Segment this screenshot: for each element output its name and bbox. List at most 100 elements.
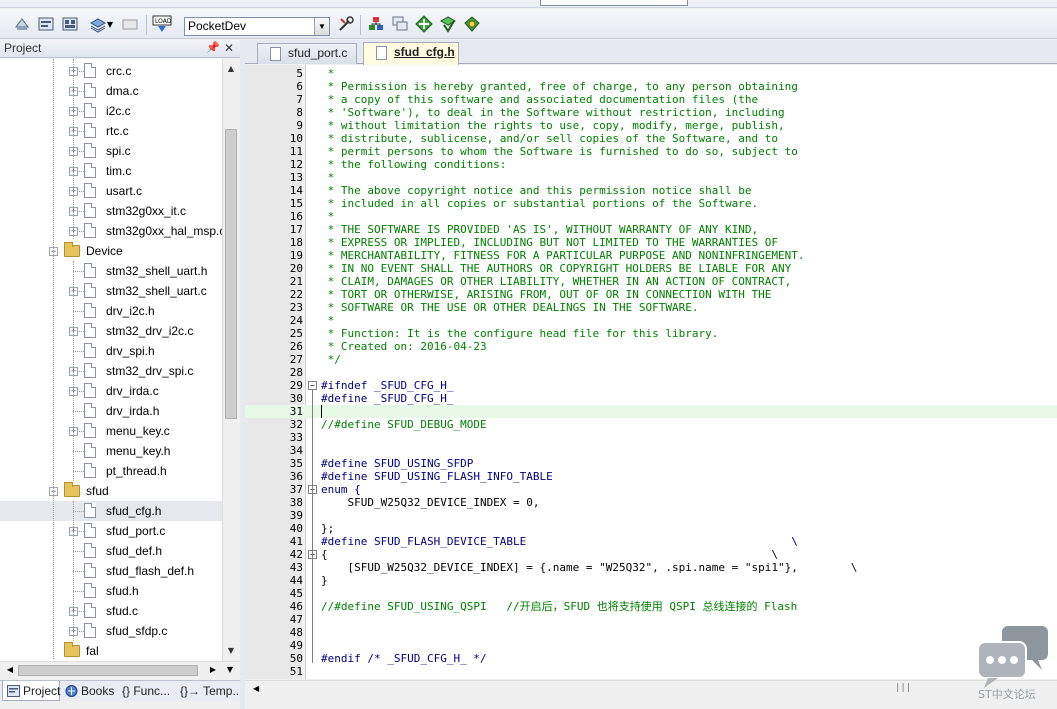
tree-file[interactable]: + usart.c [0,181,222,201]
tab-templates[interactable]: {}→ Temp... [177,681,242,701]
code-line[interactable]: 34 [245,444,1057,457]
tab-sfud-port-c[interactable]: sfud_port.c [257,43,357,64]
scrollbar-thumb[interactable] [225,129,237,419]
tree-file[interactable]: + tim.c [0,161,222,181]
tree-file[interactable]: + menu_key.c [0,421,222,441]
tree-file[interactable]: + i2c.c [0,101,222,121]
code-line[interactable]: 46 //#define SFUD_USING_QSPI //开启后，SFUD 也… [245,600,1057,613]
partial-combo-top[interactable] [540,0,688,6]
code-line[interactable]: 41 #define SFUD_FLASH_DEVICE_TABLE \ [245,535,1057,548]
manage-project-icon[interactable] [366,14,386,34]
code-line[interactable]: 5 * [245,67,1057,80]
pin-icon[interactable]: 📌 [206,40,220,57]
code-line[interactable]: 12 * the following conditions: [245,158,1057,171]
tree-file[interactable]: menu_key.h [0,441,222,461]
code-line[interactable]: 48 [245,626,1057,639]
code-line[interactable]: 11 * permit persons to whom the Software… [245,145,1057,158]
run-time-env-icon[interactable] [462,14,482,34]
code-line[interactable]: 26 * Created on: 2016-04-23 [245,340,1057,353]
scrollbar-grip-icon[interactable]: ||| [895,683,911,693]
tab-functions[interactable]: {} Func... [118,681,176,701]
fold-collapse-icon[interactable]: − [308,381,317,390]
code-line[interactable]: 22 * TORT OR OTHERWISE, ARISING FROM, OU… [245,288,1057,301]
chevron-down-icon[interactable]: ▼ [314,18,329,35]
tree-file[interactable]: sfud.h [0,581,222,601]
code-line[interactable]: 7 * a copy of this software and associat… [245,93,1057,106]
code-line[interactable]: 25 * Function: It is the configure head … [245,327,1057,340]
code-line[interactable]: 20 * IN NO EVENT SHALL THE AUTHORS OR CO… [245,262,1057,275]
code-line[interactable]: 24 * [245,314,1057,327]
code-line[interactable]: 23 * SOFTWARE OR THE USE OR OTHER DEALIN… [245,301,1057,314]
close-icon[interactable]: ✕ [224,40,234,57]
scroll-up-icon[interactable]: ▲ [223,61,239,77]
tree-file[interactable]: + stm32_drv_i2c.c [0,321,222,341]
editor-horizontal-scrollbar[interactable]: ◀ ||| [245,680,1057,697]
tree-file[interactable]: sfud_def.h [0,541,222,561]
tree-folder[interactable]: − Device [0,241,222,261]
code-line[interactable]: 32 //#define SFUD_DEBUG_MODE [245,418,1057,431]
options-for-target-icon[interactable] [336,14,356,34]
tree-file[interactable]: sfud_cfg.h [0,501,222,521]
tree-file[interactable]: + drv_irda.c [0,381,222,401]
code-line[interactable]: 42−{ \ [245,548,1057,561]
code-line[interactable]: 28 [245,366,1057,379]
code-line[interactable]: 31 [245,405,1057,418]
code-line[interactable]: 50 #endif /* _SFUD_CFG_H_ */ [245,652,1057,665]
code-line[interactable]: 30 #define _SFUD_CFG_H_ [245,392,1057,405]
select-packs-icon[interactable] [414,14,434,34]
scroll-right-icon[interactable]: ▶ [205,662,221,678]
tab-project[interactable]: Project [2,681,60,701]
project-tree[interactable]: + crc.c + dma.c + i2c.c + rtc.c + spi.c + tim.c + usa… [0,59,222,661]
code-line[interactable]: 36 #define SFUD_USING_FLASH_INFO_TABLE [245,470,1057,483]
code-line[interactable]: 35 #define SFUD_USING_SFDP [245,457,1057,470]
scrollbar-thumb[interactable] [18,665,198,676]
code-line[interactable]: 47 [245,613,1057,626]
code-line[interactable]: 51 [245,665,1057,678]
tree-file[interactable]: stm32_shell_uart.h [0,261,222,281]
download-icon[interactable]: LOAD [152,14,172,34]
code-line[interactable]: 16 * [245,210,1057,223]
tree-file[interactable]: + stm32g0xx_it.c [0,201,222,221]
code-line[interactable]: 9 * without limitation the rights to use… [245,119,1057,132]
tree-folder[interactable]: − sfud [0,481,222,501]
code-line[interactable]: 37− enum { [245,483,1057,496]
batch-dropdown-icon[interactable]: ▼ [104,14,116,34]
code-line[interactable]: 45 [245,587,1057,600]
file-extensions-icon[interactable] [390,14,410,34]
code-line[interactable]: 27 */ [245,353,1057,366]
pack-installer-icon[interactable] [438,14,458,34]
project-tree-horizontal-scrollbar[interactable]: ◀ ▶ ▼ [0,661,240,678]
tree-file[interactable]: sfud_flash_def.h [0,561,222,581]
target-select[interactable]: PocketDev ▼ [184,17,330,36]
tree-file[interactable]: drv_irda.h [0,401,222,421]
tree-file[interactable]: + crc.c [0,61,222,81]
tree-file[interactable]: + stm32_shell_uart.c [0,281,222,301]
tree-file[interactable]: drv_spi.h [0,341,222,361]
tab-books[interactable]: Books [61,681,117,701]
tab-sfud-cfg-h[interactable]: sfud_cfg.h [363,42,459,65]
code-line[interactable]: 29− #ifndef _SFUD_CFG_H_ [245,379,1057,392]
code-line[interactable]: 8 * 'Software'), to deal in the Software… [245,106,1057,119]
code-line[interactable]: 38 SFUD_W25Q32_DEVICE_INDEX = 0, [245,496,1057,509]
code-line[interactable]: 18 * EXPRESS OR IMPLIED, INCLUDING BUT N… [245,236,1057,249]
tree-file[interactable]: + rtc.c [0,121,222,141]
code-editor[interactable]: 5 * 6 * Permission is hereby granted, fr… [245,65,1057,679]
scroll-down-icon[interactable]: ▼ [222,662,238,678]
rebuild-icon[interactable] [60,14,80,34]
code-line[interactable]: 6 * Permission is hereby granted, free o… [245,80,1057,93]
code-line[interactable]: 33 [245,431,1057,444]
code-line[interactable]: 15 * included in all copies or substanti… [245,197,1057,210]
build-icon[interactable] [36,14,56,34]
tree-file[interactable]: + stm32g0xx_hal_msp.c [0,221,222,241]
tree-file[interactable]: pt_thread.h [0,461,222,481]
code-line[interactable]: 10 * distribute, sublicense, and/or sell… [245,132,1057,145]
scroll-left-icon[interactable]: ◀ [2,662,18,678]
code-line[interactable]: 13 * [245,171,1057,184]
scroll-left-icon[interactable]: ◀ [253,681,259,697]
code-line[interactable]: 49 [245,639,1057,652]
code-line[interactable]: 17 * THE SOFTWARE IS PROVIDED 'AS IS', W… [245,223,1057,236]
tree-file[interactable]: + sfud_port.c [0,521,222,541]
tree-file[interactable]: + stm32_drv_spi.c [0,361,222,381]
code-line[interactable]: 43 [SFUD_W25Q32_DEVICE_INDEX] = {.name =… [245,561,1057,574]
tree-file[interactable]: + spi.c [0,141,222,161]
